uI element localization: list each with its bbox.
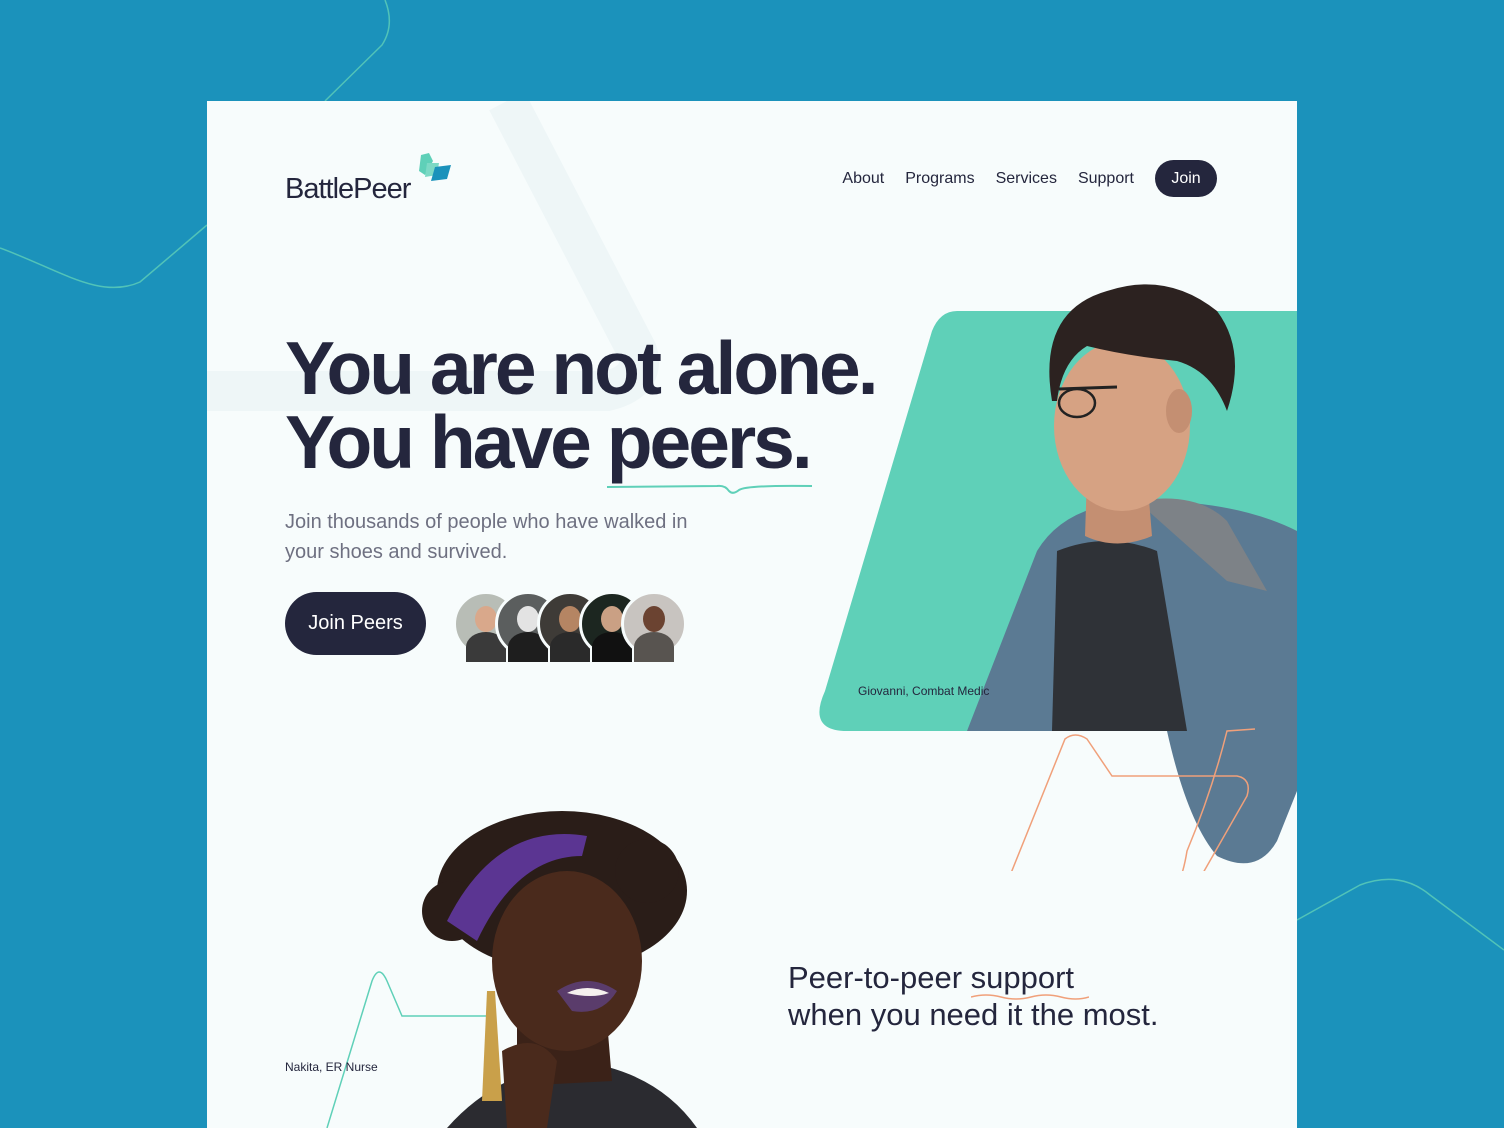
section-heading-emphasis: support	[970, 959, 1089, 1000]
nakita-caption: Nakita, ER Nurse	[285, 1060, 378, 1074]
squiggle-underline-icon	[606, 484, 812, 494]
main-nav: About Programs Services Support Join	[842, 160, 1217, 197]
landing-page-card: BattlePeer About Programs Services Suppo…	[207, 101, 1297, 1128]
hero-subtitle: Join thousands of people who have walked…	[285, 511, 688, 563]
headline-line-2: You have peers.	[285, 405, 876, 494]
avatar	[621, 591, 687, 662]
headline-line-2-prefix: You have	[285, 400, 607, 484]
squiggle-underline-icon	[970, 994, 1089, 1000]
flag-chevron-icon	[419, 153, 451, 181]
nav-link-support[interactable]: Support	[1078, 170, 1134, 188]
nakita-portrait-image	[422, 811, 697, 1128]
section-heading: Peer-to-peer support when you need it th…	[788, 959, 1159, 1033]
hero-headline: You are not alone. You have peers.	[285, 326, 879, 494]
section-heading-prefix: Peer-to-peer	[788, 960, 971, 995]
join-button[interactable]: Join	[1155, 160, 1217, 197]
section-heading-line-1: Peer-to-peer support	[788, 959, 1159, 1000]
nav-link-services[interactable]: Services	[996, 170, 1057, 188]
section-heading-emphasis-text: support	[970, 960, 1075, 995]
nav-link-about[interactable]: About	[842, 170, 884, 188]
headline-emphasis-text: peers.	[606, 400, 813, 484]
giovanni-caption: Giovanni, Combat Medic	[858, 684, 990, 698]
headline-line-1: You are not alone.	[285, 326, 879, 410]
nav-link-programs[interactable]: Programs	[905, 170, 974, 188]
join-peers-button[interactable]: Join Peers	[285, 592, 426, 655]
logo-wordmark: BattlePeer	[285, 173, 411, 205]
headline-emphasis: peers.	[606, 405, 813, 494]
section-heading-line-2: when you need it the most.	[788, 997, 1159, 1032]
giovanni-portrait-image	[819, 284, 1297, 871]
